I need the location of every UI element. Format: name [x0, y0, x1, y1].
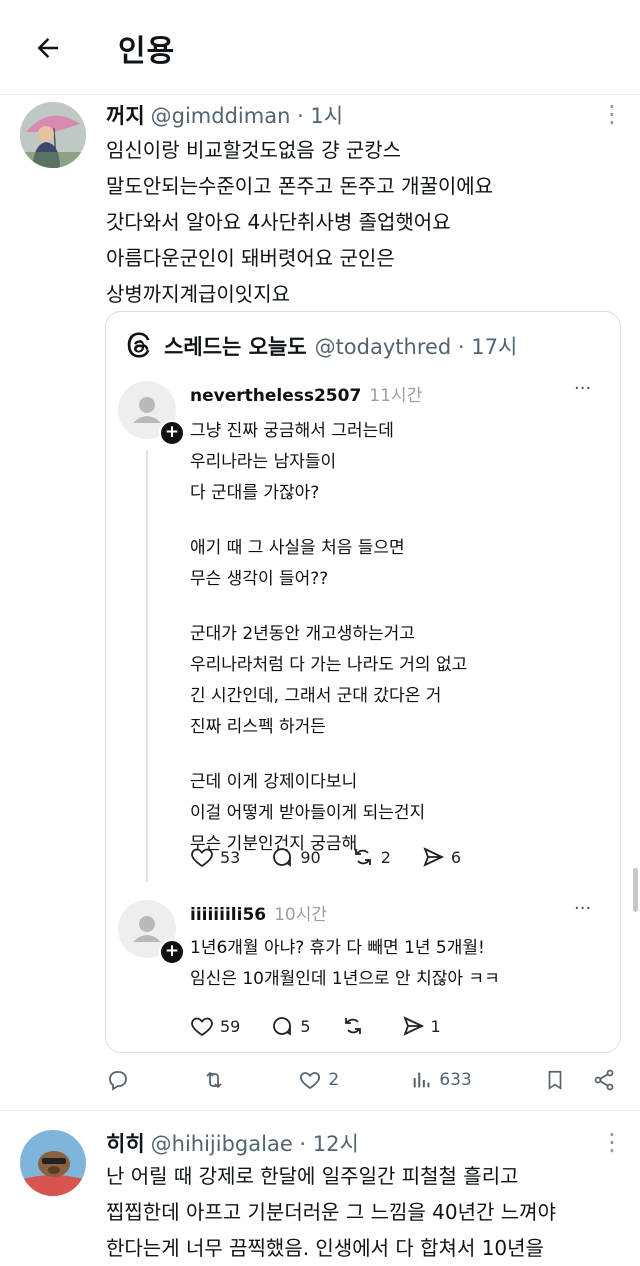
- follow-plus-icon[interactable]: +: [159, 939, 185, 965]
- more-options-icon[interactable]: ⋮: [600, 100, 624, 128]
- repost-button[interactable]: [341, 1014, 371, 1038]
- views-chart-icon: [414, 1072, 430, 1088]
- repost-icon: [344, 1018, 361, 1034]
- like-button[interactable]: 53: [190, 845, 240, 869]
- post-action-bar: 2 633: [106, 1068, 616, 1092]
- post-line: 아름다운군인이 돼버렷어요 군인은: [106, 246, 395, 270]
- post-line: 임신이랑 비교할것도없음 걍 군캉스: [106, 138, 402, 162]
- share-count: 1: [430, 1016, 441, 1036]
- heart-icon: [191, 848, 213, 868]
- post-divider: [0, 1110, 640, 1111]
- views-button[interactable]: 633: [411, 1069, 472, 1091]
- thread-username[interactable]: iiiiiiili56: [190, 905, 266, 925]
- heart-icon: [300, 1072, 321, 1090]
- more-options-icon[interactable]: ⋮: [600, 1128, 624, 1156]
- threads-logo-icon: [124, 330, 154, 360]
- reply-count: 90: [300, 847, 321, 867]
- send-icon: [402, 1016, 424, 1036]
- thread-more-icon[interactable]: ···: [574, 378, 591, 399]
- thread-actions: 59 5 1: [190, 1014, 441, 1038]
- thread-author-line: nevertheless2507 11시간: [190, 381, 422, 406]
- thread-more-icon[interactable]: ···: [574, 898, 591, 919]
- thread-author-line: iiiiiiili56 10시간: [190, 900, 327, 925]
- post-line: 상병까지계급이잇지요: [106, 282, 290, 306]
- comment-icon: [273, 1017, 292, 1036]
- send-icon: [423, 847, 445, 867]
- top-bar: [0, 0, 640, 95]
- share-button[interactable]: 1: [401, 1014, 441, 1038]
- post-line: 찝찝한데 아프고 기분더러운 그 느낌을 40년간 느껴야: [106, 1200, 556, 1224]
- like-count: 59: [220, 1016, 241, 1036]
- thread-actions: 53 90 2 6: [190, 845, 461, 869]
- thread-username[interactable]: nevertheless2507: [190, 386, 361, 406]
- follow-plus-icon[interactable]: +: [159, 420, 185, 446]
- post-line: 한다는게 너무 끔찍했음. 인생에서 다 합쳐서 10년을: [106, 1236, 544, 1260]
- repost-count: 2: [380, 847, 391, 867]
- repost-button[interactable]: 2: [351, 845, 391, 869]
- like-count: 2: [328, 1070, 340, 1090]
- reply-icon: [109, 1071, 127, 1091]
- post-body: 난 어릴 때 강제로 한달에 일주일간 피철철 흘리고 찝찝한데 아프고 기분더…: [106, 1158, 556, 1266]
- quoted-display-name[interactable]: 스레드는 오늘도: [164, 331, 307, 361]
- avatar[interactable]: [20, 1130, 86, 1196]
- thread-time: 11시간: [369, 386, 423, 406]
- like-button[interactable]: 2: [298, 1068, 339, 1092]
- like-button[interactable]: 59: [190, 1014, 240, 1038]
- share-button[interactable]: [592, 1068, 616, 1092]
- display-name[interactable]: 꺼지: [106, 100, 145, 130]
- post-line: 말도안되는수준이고 폰주고 돈주고 개꿀이에요: [106, 174, 494, 198]
- view-count: 633: [439, 1070, 472, 1090]
- bookmark-button[interactable]: [544, 1068, 566, 1092]
- heart-icon: [191, 1017, 213, 1037]
- share-icon: [594, 1069, 614, 1091]
- back-arrow-icon[interactable]: [28, 28, 68, 68]
- post-action-right: [544, 1068, 616, 1092]
- quoted-handle-and-time[interactable]: @todaythred · 17시: [315, 331, 518, 361]
- like-count: 53: [220, 847, 241, 867]
- reply-count: 5: [300, 1016, 311, 1036]
- handle-and-time[interactable]: @hihijibgalae · 12시: [151, 1128, 359, 1158]
- reply-button[interactable]: 90: [270, 845, 321, 869]
- reply-button[interactable]: [106, 1068, 130, 1092]
- post-body: 임신이랑 비교할것도없음 걍 군캉스 말도안되는수준이고 폰주고 돈주고 개꿀이…: [106, 132, 493, 312]
- thread-connector: [146, 450, 148, 882]
- handle-and-time[interactable]: @gimddiman · 1시: [151, 100, 343, 130]
- post-line: 난 어릴 때 강제로 한달에 일주일간 피철철 흘리고: [106, 1164, 519, 1188]
- retweet-icon: [206, 1071, 222, 1089]
- thread-body: 그냥 진짜 궁금해서 그러는데 우리나라는 남자들이 다 군대를 가잖아? 애기…: [190, 421, 468, 854]
- reply-button[interactable]: 5: [270, 1014, 311, 1038]
- post-author-line: 히히 @hihijibgalae · 12시: [106, 1128, 359, 1158]
- thread-body: 1년6개월 아냐? 휴가 다 빼면 1년 5개월! 임신은 10개월인데 1년으…: [190, 938, 500, 989]
- repost-icon: [354, 849, 371, 865]
- share-count: 6: [450, 847, 462, 867]
- comment-icon: [273, 848, 292, 867]
- post-line: 갓다와서 알아요 4사단취사병 졸업햇어요: [106, 210, 451, 234]
- page-title: 인용: [118, 34, 176, 69]
- thread-time: 10시간: [274, 905, 328, 925]
- avatar[interactable]: [20, 102, 86, 168]
- bookmark-icon: [548, 1070, 562, 1090]
- post-author-line: 꺼지 @gimddiman · 1시: [106, 100, 343, 130]
- share-button[interactable]: 6: [421, 845, 461, 869]
- scrollbar-thumb[interactable]: [633, 868, 638, 912]
- display-name[interactable]: 히히: [106, 1128, 145, 1158]
- retweet-button[interactable]: [202, 1068, 226, 1092]
- quoted-author-line: 스레드는 오늘도 @todaythred · 17시: [164, 331, 517, 361]
